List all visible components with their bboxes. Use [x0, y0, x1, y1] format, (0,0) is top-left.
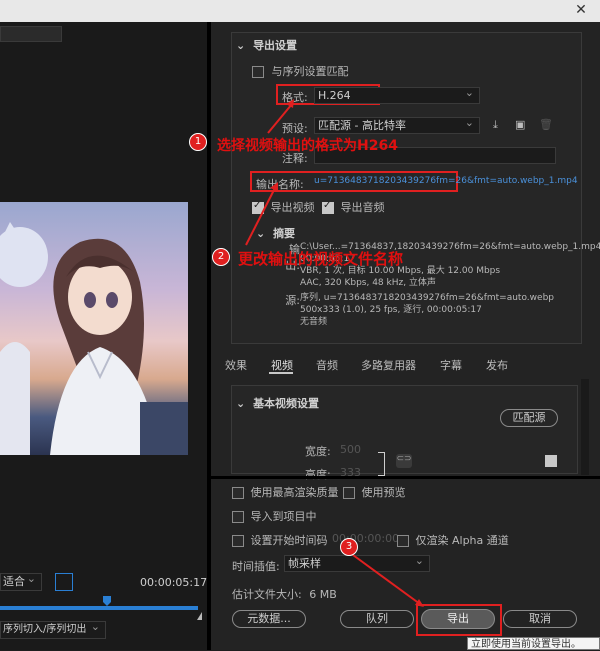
annotation-text-1: 选择视频输出的格式为H264 [217, 138, 398, 154]
annotation-text-2: 更改输出的视频文件名称 [238, 250, 404, 268]
annotation-badge-2: 2 [212, 248, 230, 266]
annotation-arrows [245, 99, 424, 607]
annotation-badge-3: 3 [340, 538, 358, 556]
annotation-badge-1: 1 [189, 133, 207, 151]
